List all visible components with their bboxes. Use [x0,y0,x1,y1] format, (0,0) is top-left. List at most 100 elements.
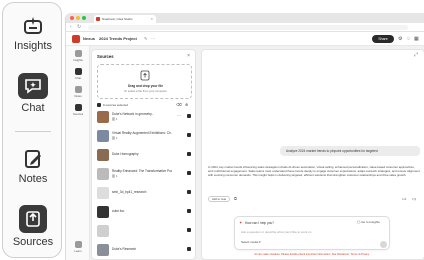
sidebar-item-insights[interactable]: Insights [66,50,90,62]
selection-row: 9 sources selected ⌫ ⊕ [97,102,192,109]
source-checkbox[interactable] [187,152,191,156]
browser-window: Notebook | Idea Studio × ‹ ↻ Nexus 2024 … [65,13,424,260]
add-to-note-button[interactable]: Add to note [208,196,230,202]
select-all-checkbox[interactable] [97,103,101,107]
source-row[interactable]: Virtual Reality Augmented Exhibitions: C… [97,129,192,145]
apps-grid-icon[interactable]: ▦ [414,36,419,42]
source-title: Reality Enhanced: The Transformative Pow… [112,169,172,173]
tab-close-icon[interactable]: × [151,15,153,23]
insights-toggle[interactable]: ◯ Go to Insights [357,220,380,224]
source-meta: 图 1 [112,136,118,140]
file-dropzone[interactable]: Drag and drop your file Or select a file… [97,64,192,99]
source-thumbnail [97,149,109,161]
source-row[interactable]: cube.foo [97,205,192,221]
app-logo [72,35,80,43]
model-select[interactable]: Select model ▾ [241,240,261,244]
sidebar-label: Learn [74,249,82,253]
reload-icon[interactable]: ↻ [77,24,81,30]
nav-item-chat[interactable]: Chat [3,73,61,114]
nav-label-chat: Chat [21,102,45,114]
browser-tabbar: Notebook | Idea Studio × [66,13,424,23]
sources-icon [19,205,47,233]
sidebar-label: Insights [73,58,83,62]
source-meta: 图 1 [112,117,118,121]
copy-icon[interactable]: ⧉ [234,196,237,201]
sidebar-item-learn[interactable]: Learn [66,241,90,253]
source-checkbox[interactable] [187,228,191,232]
sidebar-item-chat[interactable]: Chat [66,68,90,80]
collapse-icon[interactable]: ⤢ [414,52,418,58]
chat-input[interactable]: Ask a question or describe what you'd li… [241,230,311,234]
upload-icon [140,70,150,81]
delete-icon[interactable]: ⌫ [176,102,182,107]
source-row[interactable]: Duke Homography [97,148,192,164]
source-row[interactable]: smb_3d_bp41_research [97,186,192,202]
nav-item-sources[interactable]: Sources [3,205,61,248]
source-meta: 图 1 [112,174,118,178]
settings-icon[interactable]: ⚙ [398,36,402,42]
send-button[interactable] [380,241,387,248]
source-checkbox[interactable] [187,114,191,118]
sidebar-label: Notes [74,94,82,98]
source-title: Duke's Research [112,247,137,251]
source-thumbnail [97,244,109,256]
chat-icon [18,73,48,99]
screenshot: Insights Chat Notes Sources Notebook | I… [0,0,424,260]
source-title: Virtual Reality Augmented Exhibitions: C… [112,131,172,135]
thumbs-up-icon[interactable]: 👍︎ [402,196,406,202]
source-title: Duke's Network in geometry... [112,112,155,116]
chat-composer[interactable]: ✦ How can I help you? ◯ Go to Insights A… [234,216,390,250]
source-title: cube.foo [112,209,125,213]
notifications-icon[interactable]: ♢ [406,36,410,42]
address-bar: ‹ ↻ [66,23,424,32]
source-checkbox[interactable] [187,190,191,194]
source-thumbnail [97,225,109,237]
sources-title: Sources [97,54,114,59]
source-row[interactable] [97,224,192,240]
notes-icon [25,150,41,168]
browser-tab[interactable]: Notebook | Idea Studio × [94,15,156,23]
source-thumbnail [97,111,109,123]
add-source-icon[interactable]: ⊕ [185,102,188,107]
nav-item-insights[interactable]: Insights [3,15,61,52]
share-button[interactable]: Share [372,35,394,43]
sidebar-item-notes[interactable]: Notes [66,86,90,98]
nav-label-sources: Sources [12,236,54,248]
thumbs-down-icon[interactable]: 👎︎ [412,196,416,202]
source-row[interactable]: Duke's Research [97,243,192,259]
back-icon[interactable]: ‹ [70,24,72,30]
dropzone-subtitle: Or select a file from your computer [124,89,167,93]
maximize-window-dot[interactable] [82,16,86,20]
nav-divider [15,131,51,132]
source-title: Duke Homography [112,152,139,156]
more-icon[interactable]: ⋯ [151,36,155,41]
nav-item-notes[interactable]: Notes [3,148,61,185]
close-window-dot[interactable] [70,16,74,20]
source-title: smb_3d_bp41_research [112,190,147,194]
sidebar-item-sources[interactable]: Sources [66,104,90,116]
disclaimer-text: AI can make mistakes. Please double-chec… [254,253,370,256]
edit-icon[interactable]: ✎ [144,36,147,41]
favicon-icon [96,17,100,21]
learn-icon [74,241,82,248]
chat-panel: ⤢ Analyze 2024 market trends to pinpoint… [201,49,424,260]
composer-heading: How can I help you? [245,221,274,225]
more-icon[interactable]: ⋯ [177,113,181,118]
insights-icon [24,17,42,34]
project-title[interactable]: 2024 Trends Project [99,36,137,41]
notes-icon [74,86,82,93]
nav-label-insights: Insights [14,40,52,52]
source-checkbox[interactable] [187,247,191,251]
sources-panel: Sources × Drag and drop your file Or sel… [91,49,196,260]
source-checkbox[interactable] [187,133,191,137]
source-checkbox[interactable] [187,171,191,175]
source-thumbnail [97,187,109,199]
source-row[interactable]: Reality Enhanced: The Transformative Pow… [97,167,192,183]
source-thumbnail [97,206,109,218]
url-field[interactable] [88,25,408,30]
source-row[interactable]: Duke's Network in geometry... 图 1 ⋯ [97,110,192,126]
dropzone-title: Drag and drop your file [127,84,164,88]
close-icon[interactable]: × [187,53,190,59]
minimize-window-dot[interactable] [76,16,80,20]
source-checkbox[interactable] [187,209,191,213]
